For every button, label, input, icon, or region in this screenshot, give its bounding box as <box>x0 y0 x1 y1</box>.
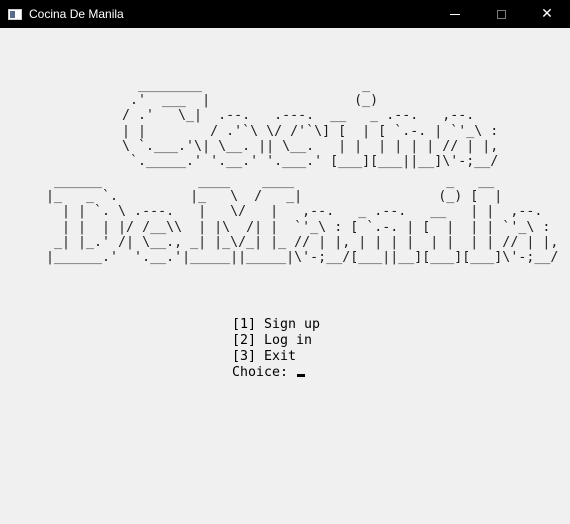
console-app-icon[interactable] <box>8 8 22 20</box>
ascii-banner-cocina: ________ _ .' ___ | (_) / .' \_| .--. .-… <box>122 78 499 170</box>
console-area[interactable]: ________ _ .' ___ | (_) / .' \_| .--. .-… <box>0 28 570 524</box>
choice-prompt-line[interactable]: Choice: <box>232 365 320 381</box>
title-bar[interactable]: Cocina De Manila ✕ <box>0 0 570 28</box>
text-cursor <box>297 374 306 377</box>
choice-prompt: Choice: <box>232 365 297 380</box>
window-controls: ✕ <box>432 0 570 28</box>
minimize-icon <box>450 13 460 15</box>
menu-option-exit: [3] Exit <box>232 349 297 364</box>
menu-option-sign-up: [1] Sign up <box>232 317 321 332</box>
maximize-button <box>478 0 524 28</box>
close-icon: ✕ <box>541 6 553 22</box>
close-button[interactable]: ✕ <box>524 0 570 28</box>
maximize-icon <box>496 9 506 19</box>
window-title: Cocina De Manila <box>29 7 124 21</box>
ascii-banner-de-manila: ______ ____ ____ _ __ |_ _ `. |_ \ / _| … <box>46 174 559 266</box>
menu-option-log-in: [2] Log in <box>232 333 313 348</box>
minimize-button[interactable] <box>432 0 478 28</box>
main-menu: [1] Sign up [2] Log in [3] Exit Choice: <box>232 317 320 381</box>
